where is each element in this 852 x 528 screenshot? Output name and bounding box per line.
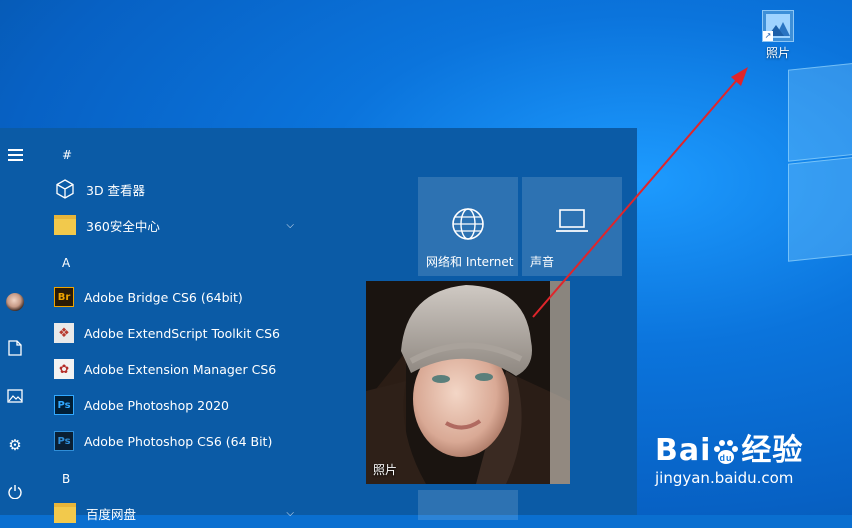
watermark-url: jingyan.baidu.com xyxy=(655,469,794,487)
svg-text:du: du xyxy=(720,453,733,463)
watermark-brand: Bai du 经验 xyxy=(655,433,804,468)
baidu-paw-icon: du xyxy=(711,438,741,466)
baidu-jingyan-watermark: Bai du 经验 jingyan.baidu.com xyxy=(655,425,803,487)
